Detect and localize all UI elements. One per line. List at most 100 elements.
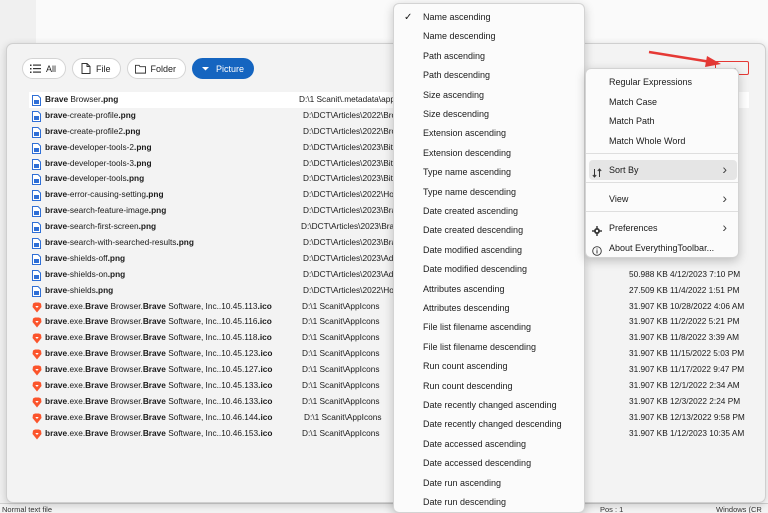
menu-item-sort-by[interactable]: Sort By › — [589, 160, 737, 180]
file-size-date: 31.907 KB 12/1/2022 2:34 AM — [629, 380, 740, 391]
table-row[interactable]: brave.exe.Brave Browser.Brave Software, … — [29, 314, 749, 330]
sort-option-label: Date run descending — [423, 497, 507, 507]
sort-option[interactable]: Date created ascending — [394, 202, 584, 221]
sort-option[interactable]: Size ascending — [394, 86, 584, 105]
sort-option[interactable]: Date run ascending — [394, 474, 584, 493]
table-row[interactable]: brave-shields.png D:\DCT\Articles\2022\Ho… — [29, 283, 749, 299]
brave-lion-icon — [32, 365, 42, 376]
sort-option-label: Name descending — [423, 31, 496, 42]
image-file-icon — [32, 269, 42, 281]
sort-option[interactable]: File list filename ascending — [394, 318, 584, 337]
table-row[interactable]: brave.exe.Brave Browser.Brave Software, … — [29, 346, 749, 362]
image-file-icon — [32, 285, 42, 297]
file-name: brave-create-profile2.png — [45, 125, 141, 136]
sort-option-label: Run count descending — [423, 380, 513, 391]
filter-chip-label: All — [46, 63, 57, 74]
sort-option[interactable]: Size descending — [394, 105, 584, 124]
sort-option[interactable]: Path ascending — [394, 47, 584, 66]
filter-chip-file[interactable]: File — [72, 58, 121, 79]
sort-option-label: Type name ascending — [423, 167, 512, 178]
image-file-icon — [32, 222, 42, 234]
sort-option-label: File list filename descending — [423, 341, 537, 352]
image-file-icon — [32, 174, 42, 186]
filter-chip-label: File — [96, 63, 111, 74]
image-file-icon — [32, 206, 42, 218]
sort-option-label: Date recently changed ascending — [423, 400, 557, 410]
sort-option[interactable]: Extension descending — [394, 144, 584, 163]
table-row[interactable]: brave.exe.Brave Browser.Brave Software, … — [29, 330, 749, 346]
file-name: brave.exe.Brave Browser.Brave Software, … — [45, 411, 273, 422]
sort-option-label: File list filename ascending — [423, 322, 532, 333]
table-row[interactable]: brave.exe.Brave Browser.Brave Software, … — [29, 426, 749, 442]
file-size-date: 31.907 KB 11/15/2022 5:03 PM — [629, 348, 745, 359]
sort-option-label: Attributes ascending — [423, 283, 505, 294]
file-path: D:\1 Scanit\AppIcons — [304, 411, 382, 422]
brave-lion-icon — [32, 381, 42, 392]
sort-option[interactable]: Date created descending — [394, 221, 584, 240]
sort-option[interactable]: Run count descending — [394, 377, 584, 396]
file-path: D:\1 Scanit\AppIcons — [302, 300, 380, 311]
table-row[interactable]: brave-shields-on.png D:\DCT\Articles\2023… — [29, 267, 749, 283]
folder-icon — [134, 63, 146, 74]
menu-item-about-everythingtoolbar[interactable]: About EverythingToolbar... — [589, 238, 737, 258]
sort-option[interactable]: Attributes ascending — [394, 280, 584, 299]
file-path: D:\1 Scanit\AppIcons — [302, 348, 380, 359]
sort-option-label: Extension descending — [423, 147, 512, 158]
sort-option[interactable]: Run count ascending — [394, 357, 584, 376]
menu-item-view[interactable]: View › — [589, 189, 737, 209]
sort-option[interactable]: Name descending — [394, 27, 584, 46]
file-name: brave.exe.Brave Browser.Brave Software, … — [45, 300, 272, 311]
menu-item-label: Match Path — [609, 116, 655, 126]
sort-option-label: Size ascending — [423, 89, 485, 100]
sort-option[interactable]: Date run descending — [394, 493, 584, 512]
sort-option[interactable]: Date accessed ascending — [394, 435, 584, 454]
brave-lion-icon — [32, 349, 42, 360]
sort-option[interactable]: Date accessed descending — [394, 454, 584, 473]
sort-option-label: Extension ascending — [423, 128, 507, 139]
file-path: D:\DCT\Articles\2023\Brave — [303, 205, 405, 216]
sort-option[interactable]: Attributes descending — [394, 299, 584, 318]
menu-item-preferences[interactable]: Preferences › — [589, 218, 737, 238]
status-file-type: Normal text file — [2, 505, 53, 513]
table-row[interactable]: brave.exe.Brave Browser.Brave Software, … — [29, 394, 749, 410]
file-path: D:\DCT\Articles\2023\Bitwa — [303, 173, 404, 184]
sort-option[interactable]: Extension ascending — [394, 124, 584, 143]
table-row[interactable]: brave.exe.Brave Browser.Brave Software, … — [29, 362, 749, 378]
filter-chip-all[interactable]: All — [22, 58, 67, 79]
menu-separator — [586, 153, 738, 154]
table-row[interactable]: brave.exe.Brave Browser.Brave Software, … — [29, 378, 749, 394]
sort-option[interactable]: File list filename descending — [394, 338, 584, 357]
sort-option[interactable]: Date modified descending — [394, 260, 584, 279]
menu-item-match-whole-word[interactable]: Match Whole Word — [589, 131, 737, 151]
sort-option-label: Date accessed ascending — [423, 438, 527, 449]
filter-chip-folder[interactable]: Folder — [126, 58, 187, 79]
file-path: D:\DCT\Articles\2023\Adblo — [303, 268, 405, 279]
background-status-bar: Normal text file Pos : 1 Windows (CR — [0, 503, 768, 513]
sort-option[interactable]: Type name descending — [394, 183, 584, 202]
sort-option[interactable]: ✓ Name ascending — [394, 8, 584, 27]
sort-option[interactable]: Date recently changed descending — [394, 415, 584, 434]
sort-option-label: Type name descending — [423, 186, 517, 197]
sort-option[interactable]: Type name ascending — [394, 163, 584, 182]
file-name: brave.exe.Brave Browser.Brave Software, … — [45, 364, 273, 375]
table-row[interactable]: brave.exe.Brave Browser.Brave Software, … — [29, 299, 749, 315]
table-row[interactable]: brave.exe.Brave Browser.Brave Software, … — [29, 410, 749, 426]
filter-chip-picture[interactable]: Picture — [192, 58, 255, 79]
sort-option-label: Size descending — [423, 109, 490, 119]
menu-item-match-case[interactable]: Match Case — [589, 92, 737, 112]
sort-option[interactable]: Date recently changed ascending — [394, 396, 584, 415]
menu-item-regular-expressions[interactable]: Regular Expressions — [589, 72, 737, 92]
menu-item-match-path[interactable]: Match Path — [589, 111, 737, 131]
file-size-date: 31.907 KB 11/2/2022 5:21 PM — [629, 316, 740, 327]
sort-option[interactable]: Date modified ascending — [394, 241, 584, 260]
sort-option-label: Date accessed descending — [423, 458, 532, 469]
file-path: D:\DCT\Articles\2023\Adblo — [303, 252, 405, 263]
file-path: D:\1 Scanit\AppIcons — [302, 427, 380, 438]
brave-lion-icon — [32, 429, 42, 440]
file-path: D:\DCT\Articles\2023\Brave — [303, 237, 405, 248]
file-name: brave-search-feature-image.png — [45, 205, 167, 216]
file-path: D:\DCT\Articles\2022\How — [303, 284, 400, 295]
sort-option[interactable]: Path descending — [394, 66, 584, 85]
file-name: brave-error-causing-setting.png — [45, 189, 164, 200]
info-icon — [592, 243, 602, 256]
